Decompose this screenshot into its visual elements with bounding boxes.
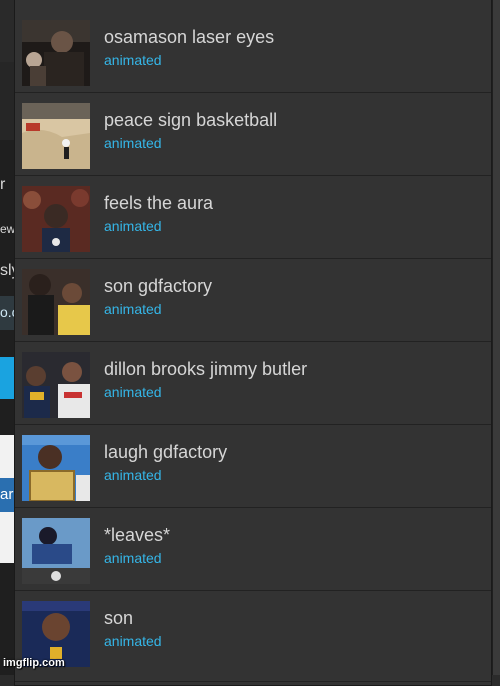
meme-result-item[interactable]: laugh gdfactory animated — [15, 426, 491, 508]
meme-type-label: animated — [104, 218, 162, 234]
meme-type-label: animated — [104, 135, 162, 151]
meme-result-item[interactable]: peace sign basketball animated — [15, 94, 491, 176]
meme-thumbnail — [22, 269, 90, 335]
meme-result-item[interactable]: son gdfactory animated — [15, 260, 491, 342]
meme-result-item[interactable]: son animated — [15, 592, 491, 682]
meme-result-item[interactable]: *leaves* animated — [15, 509, 491, 591]
meme-result-item[interactable]: osamason laser eyes animated — [15, 11, 491, 93]
meme-title: peace sign basketball — [104, 110, 278, 130]
dropdown-scrollbar[interactable] — [492, 0, 500, 675]
imgflip-watermark: imgflip.com — [3, 657, 65, 669]
meme-type-label: animated — [104, 52, 162, 68]
meme-result-item[interactable]: dillon brooks jimmy butler animated — [15, 343, 491, 425]
meme-result-item[interactable]: feels the aura animated — [15, 177, 491, 259]
meme-title: *leaves* — [104, 525, 171, 545]
meme-title: son gdfactory — [104, 276, 213, 296]
meme-thumbnail — [22, 103, 90, 169]
meme-title: feels the aura — [104, 193, 214, 213]
meme-type-label: animated — [104, 467, 162, 483]
meme-thumbnail — [22, 518, 90, 584]
meme-type-label: animated — [104, 633, 162, 649]
meme-thumbnail — [22, 20, 90, 86]
meme-thumbnail — [22, 352, 90, 418]
meme-type-label: animated — [104, 384, 162, 400]
meme-type-label: animated — [104, 550, 162, 566]
meme-title: son — [104, 608, 134, 628]
meme-title: dillon brooks jimmy butler — [104, 359, 308, 379]
meme-type-label: animated — [104, 301, 162, 317]
meme-title: laugh gdfactory — [104, 442, 228, 462]
meme-title: osamason laser eyes — [104, 27, 275, 47]
meme-thumbnail — [22, 435, 90, 501]
meme-thumbnail — [22, 186, 90, 252]
